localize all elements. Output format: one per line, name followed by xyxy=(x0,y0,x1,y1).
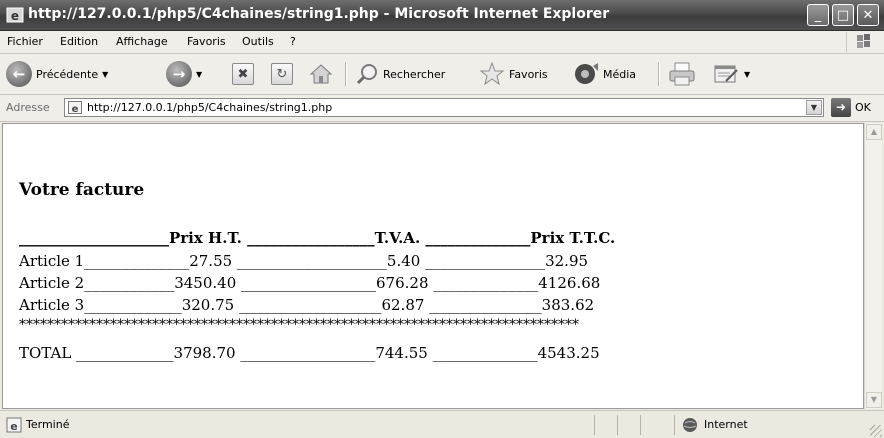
home-icon xyxy=(309,64,333,84)
home-button[interactable] xyxy=(309,58,333,90)
page-content: Votre facture ____________________Prix H… xyxy=(2,123,864,409)
favorites-label: Favoris xyxy=(509,67,548,81)
go-arrow-icon[interactable]: ➜ xyxy=(831,98,851,117)
svg-text:e: e xyxy=(11,9,19,23)
scroll-down-icon[interactable]: ▼ xyxy=(866,392,882,408)
close-button[interactable]: ✕ xyxy=(857,4,879,26)
status-cell xyxy=(594,415,617,435)
address-dropdown-icon[interactable]: ▼ xyxy=(806,100,822,115)
back-arrow-icon: ← xyxy=(6,61,32,87)
menu-edition[interactable]: Edition xyxy=(60,35,98,48)
toolbar-separator xyxy=(658,62,660,86)
search-label: Rechercher xyxy=(383,67,446,81)
back-dropdown-icon[interactable]: ▼ xyxy=(102,70,108,79)
media-label: Média xyxy=(603,67,637,81)
media-button[interactable]: Média xyxy=(573,58,636,90)
svg-text:e: e xyxy=(10,420,17,433)
status-text: Terminé xyxy=(26,418,70,431)
menu-fichier[interactable]: Fichier xyxy=(7,35,43,48)
refresh-icon: ↻ xyxy=(271,63,293,85)
address-label: Adresse xyxy=(6,101,50,114)
edit-dropdown-icon[interactable]: ▼ xyxy=(744,70,750,79)
menu-help[interactable]: ? xyxy=(290,35,296,48)
status-bar: e Terminé Internet xyxy=(0,410,884,438)
vertical-scrollbar[interactable]: ▲ ▼ xyxy=(864,123,882,409)
invoice-row: Article 2____________3450.40 ___________… xyxy=(19,274,601,292)
address-url: http://127.0.0.1/php5/C4chaines/string1.… xyxy=(87,101,333,114)
edit-document-icon xyxy=(714,65,738,83)
forward-button[interactable]: → ▼ xyxy=(166,58,202,90)
zone-cell xyxy=(674,415,865,435)
go-button[interactable]: OK xyxy=(855,101,871,114)
forward-arrow-icon: → xyxy=(166,61,192,87)
invoice-heading: Votre facture xyxy=(19,180,145,200)
svg-text:e: e xyxy=(72,104,79,114)
standard-toolbar: ← Précédente ▼ → ▼ ✖ ↻ Rechercher Favori… xyxy=(0,54,884,95)
back-button[interactable]: ← Précédente ▼ xyxy=(6,58,108,90)
separator-stars: ****************************************… xyxy=(19,317,579,333)
refresh-button[interactable]: ↻ xyxy=(271,58,293,90)
internet-globe-icon xyxy=(683,418,697,432)
menu-outils[interactable]: Outils xyxy=(242,35,274,48)
window-title: http://127.0.0.1/php5/C4chaines/string1.… xyxy=(28,6,610,22)
edit-button[interactable]: ▼ xyxy=(712,58,750,90)
search-magnifier-icon xyxy=(356,64,377,85)
browser-window: e http://127.0.0.1/php5/C4chaines/string… xyxy=(0,0,884,438)
title-bar[interactable]: e http://127.0.0.1/php5/C4chaines/string… xyxy=(0,0,884,31)
menu-favoris[interactable]: Favoris xyxy=(187,35,226,48)
stop-button[interactable]: ✖ xyxy=(232,58,254,90)
address-input[interactable]: e http://127.0.0.1/php5/C4chaines/string… xyxy=(64,98,824,117)
maximize-button[interactable]: □ xyxy=(832,4,854,26)
invoice-total-row: TOTAL _____________3798.70 _____________… xyxy=(19,344,600,362)
ie-logo-icon: e xyxy=(6,7,24,23)
forward-dropdown-icon[interactable]: ▼ xyxy=(196,70,202,79)
page-ie-icon: e xyxy=(68,101,82,114)
print-button[interactable] xyxy=(668,58,696,90)
menu-bar: Fichier Edition Affichage Favoris Outils… xyxy=(0,31,884,54)
windows-flag-icon xyxy=(846,32,881,52)
search-button[interactable]: Rechercher xyxy=(355,58,445,90)
security-zone: Internet xyxy=(704,418,748,431)
favorites-button[interactable]: Favoris xyxy=(479,58,548,90)
page-done-icon: e xyxy=(6,417,22,433)
stop-icon: ✖ xyxy=(232,63,254,85)
scroll-up-icon[interactable]: ▲ xyxy=(866,124,882,140)
back-label: Précédente xyxy=(36,67,99,81)
printer-icon xyxy=(669,62,695,86)
menu-affichage[interactable]: Affichage xyxy=(116,35,168,48)
invoice-row: Article 3_____________320.75 ___________… xyxy=(19,296,595,314)
status-cell xyxy=(617,415,640,435)
favorites-star-icon xyxy=(479,61,505,86)
media-icon xyxy=(575,63,598,84)
status-cell xyxy=(640,415,663,435)
invoice-row: Article 1______________27.55 ___________… xyxy=(19,252,589,270)
resize-grip-icon[interactable] xyxy=(870,425,882,437)
toolbar-separator xyxy=(345,62,347,86)
minimize-button[interactable]: _ xyxy=(807,4,829,26)
invoice-header-row: ____________________Prix H.T. __________… xyxy=(19,229,616,247)
address-bar: Adresse e http://127.0.0.1/php5/C4chaine… xyxy=(0,95,884,122)
